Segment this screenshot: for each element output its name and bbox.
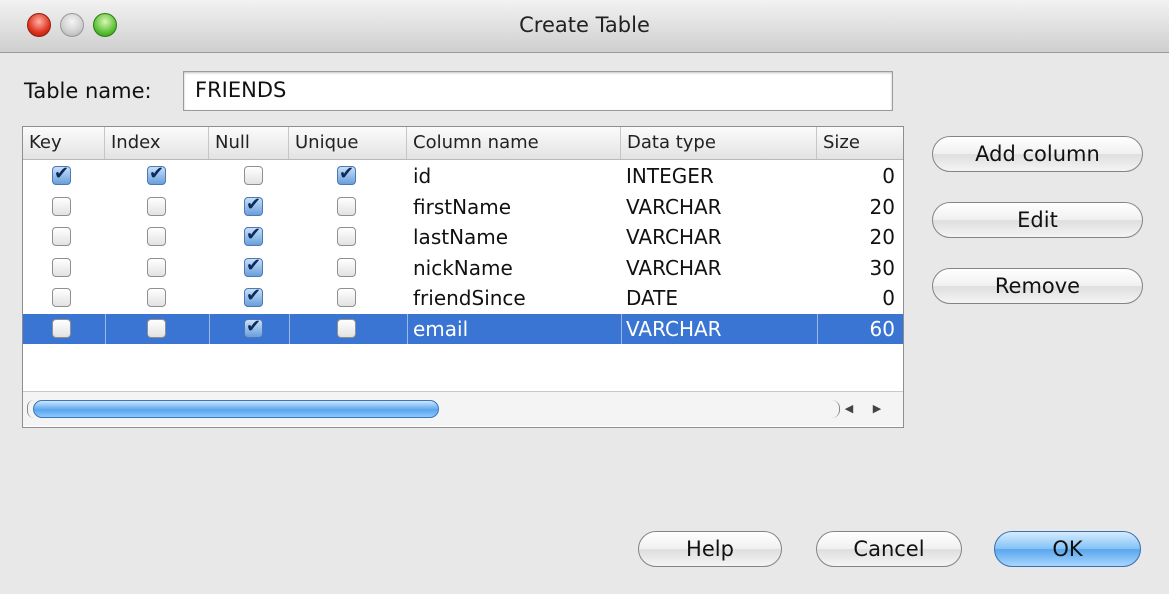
column-name-cell: friendSince: [413, 286, 526, 310]
column-name-cell: lastName: [413, 225, 509, 249]
window-title: Create Table: [519, 13, 650, 37]
title-bar[interactable]: Create Table: [0, 0, 1169, 53]
column-divider: [289, 313, 290, 344]
unique-checkbox[interactable]: [337, 288, 356, 307]
unique-checkbox[interactable]: [337, 227, 356, 246]
size-cell: 20: [869, 194, 895, 219]
table-name-label: Table name:: [24, 79, 152, 103]
horizontal-scrollbar[interactable]: ◀ ▶: [23, 391, 903, 426]
column-divider: [621, 313, 622, 344]
index-checkbox[interactable]: [147, 227, 166, 246]
header-size[interactable]: Size: [817, 127, 903, 159]
cancel-button[interactable]: Cancel: [816, 531, 962, 567]
table-row[interactable]: lastName VARCHAR 20: [23, 222, 903, 252]
help-button[interactable]: Help: [638, 531, 782, 567]
column-divider: [817, 313, 818, 344]
scroll-right-arrow-icon[interactable]: ▶: [869, 401, 885, 417]
header-index[interactable]: Index: [105, 127, 209, 159]
key-checkbox[interactable]: [52, 196, 71, 216]
header-key[interactable]: Key: [23, 127, 105, 159]
column-name-cell: email: [413, 316, 469, 341]
null-checkbox[interactable]: [244, 224, 263, 246]
index-checkbox[interactable]: [147, 288, 166, 307]
data-type-cell: VARCHAR: [626, 255, 722, 280]
table-row[interactable]: friendSince DATE 0: [23, 283, 903, 313]
null-checkbox[interactable]: [244, 285, 263, 307]
data-type-cell: DATE: [626, 286, 679, 310]
null-checkbox[interactable]: [244, 166, 263, 185]
key-checkbox[interactable]: [52, 318, 71, 338]
index-checkbox[interactable]: [147, 318, 166, 338]
remove-button[interactable]: Remove: [932, 268, 1143, 304]
column-divider: [407, 313, 408, 344]
column-name-cell: firstName: [413, 194, 512, 219]
column-divider: [105, 313, 106, 344]
unique-checkbox[interactable]: [337, 196, 356, 216]
unique-checkbox[interactable]: [337, 257, 356, 277]
scrollbar-thumb[interactable]: [33, 400, 439, 418]
scroll-left-arrow-icon[interactable]: ◀: [841, 401, 857, 417]
key-checkbox[interactable]: [52, 288, 71, 307]
size-cell: 0: [882, 164, 895, 188]
ok-button[interactable]: OK: [994, 531, 1141, 567]
size-cell: 30: [869, 255, 895, 280]
key-checkbox[interactable]: [52, 227, 71, 246]
column-name-cell: nickName: [413, 255, 513, 280]
header-unique[interactable]: Unique: [289, 127, 407, 159]
size-cell: 60: [869, 316, 895, 341]
index-checkbox[interactable]: [147, 257, 166, 277]
size-cell: 0: [882, 286, 895, 310]
data-type-cell: VARCHAR: [626, 316, 722, 341]
header-column-name[interactable]: Column name: [407, 127, 621, 159]
data-type-cell: INTEGER: [626, 164, 714, 188]
columns-table: Key Index Null Unique Column name Data t…: [22, 126, 904, 428]
unique-checkbox[interactable]: [337, 163, 356, 185]
table-row[interactable]: id INTEGER 0: [23, 161, 903, 191]
data-type-cell: VARCHAR: [626, 194, 722, 219]
column-name-cell: id: [413, 164, 432, 188]
table-row[interactable]: nickName VARCHAR 30: [23, 253, 903, 283]
edit-button[interactable]: Edit: [932, 202, 1143, 238]
table-row[interactable]: email VARCHAR 60: [23, 313, 903, 344]
header-null[interactable]: Null: [209, 127, 289, 159]
table-header: Key Index Null Unique Column name Data t…: [23, 127, 903, 160]
unique-checkbox[interactable]: [337, 318, 356, 338]
key-checkbox[interactable]: [52, 163, 71, 185]
size-cell: 20: [869, 225, 895, 249]
header-data-type[interactable]: Data type: [621, 127, 817, 159]
index-checkbox[interactable]: [147, 196, 166, 216]
key-checkbox[interactable]: [52, 257, 71, 277]
table-row[interactable]: firstName VARCHAR 20: [23, 192, 903, 222]
null-checkbox[interactable]: [244, 194, 263, 216]
create-table-dialog: Create Table Table name: FRIENDS Key Ind…: [0, 0, 1169, 594]
add-column-button[interactable]: Add column: [932, 136, 1143, 172]
scroll-track-right-cap: [829, 400, 840, 418]
index-checkbox[interactable]: [147, 163, 166, 185]
null-checkbox[interactable]: [244, 316, 263, 338]
data-type-cell: VARCHAR: [626, 225, 722, 249]
table-name-input[interactable]: FRIENDS: [183, 71, 893, 111]
null-checkbox[interactable]: [244, 255, 263, 277]
column-divider: [209, 313, 210, 344]
